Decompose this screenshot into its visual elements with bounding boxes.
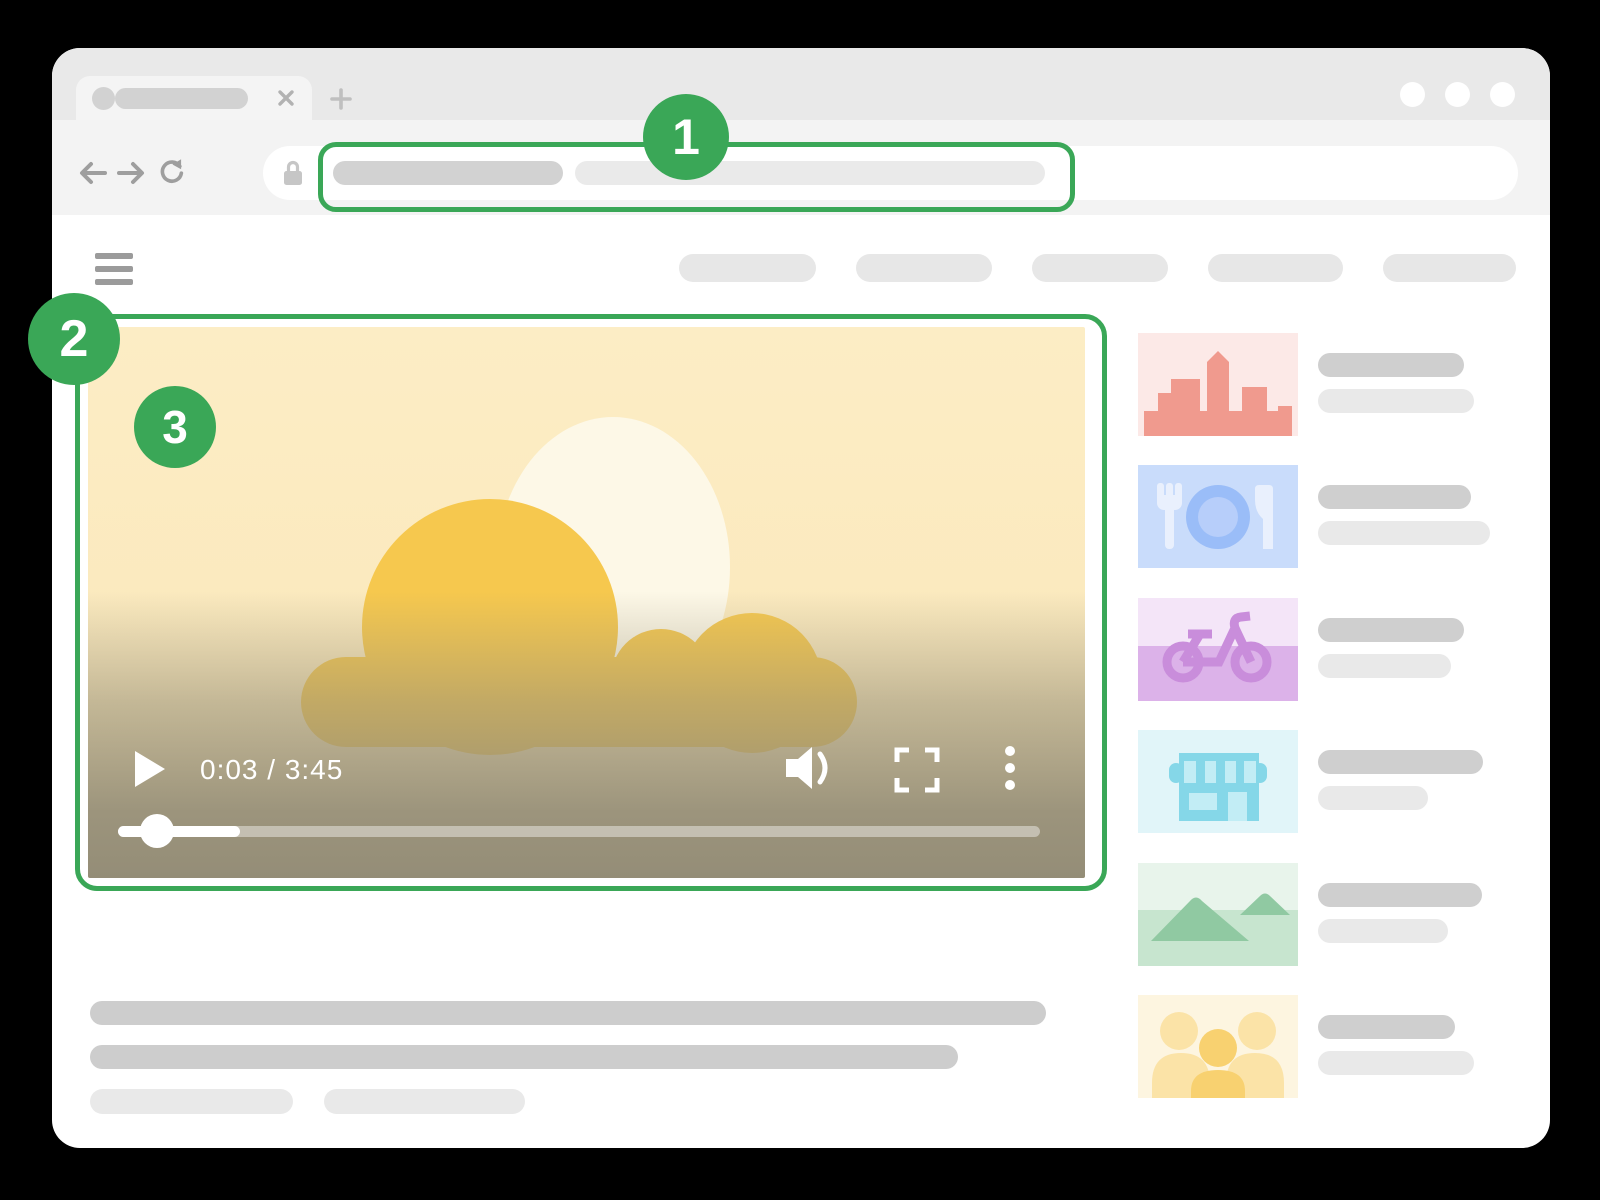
nav-pill[interactable] xyxy=(1208,254,1343,282)
reload-icon[interactable] xyxy=(157,158,187,184)
forward-arrow-icon[interactable] xyxy=(116,160,146,186)
nav-pill[interactable] xyxy=(679,254,816,282)
people-icon xyxy=(1138,995,1298,1098)
item-subtitle-placeholder xyxy=(1318,389,1474,413)
tab-close-icon[interactable] xyxy=(277,89,295,107)
sidebar-item[interactable] xyxy=(1138,333,1542,436)
item-title-placeholder xyxy=(1318,750,1483,774)
storefront-icon xyxy=(1138,730,1298,833)
item-subtitle-placeholder xyxy=(1318,521,1490,545)
description-line-placeholder xyxy=(90,1001,1046,1025)
annotation-badge-2: 2 xyxy=(28,293,120,385)
lock-icon[interactable] xyxy=(281,159,305,187)
restaurant-icon xyxy=(1138,465,1298,568)
back-arrow-icon[interactable] xyxy=(78,160,108,186)
window-control-dot[interactable] xyxy=(1400,82,1425,107)
sidebar-item[interactable] xyxy=(1138,995,1542,1098)
city-skyline-icon xyxy=(1138,333,1298,436)
menu-icon[interactable] xyxy=(95,253,133,285)
item-title-placeholder xyxy=(1318,485,1471,509)
description-line-placeholder xyxy=(90,1045,958,1069)
favicon-placeholder xyxy=(92,87,115,110)
item-title-placeholder xyxy=(1318,1015,1455,1039)
window-control-dot[interactable] xyxy=(1445,82,1470,107)
annotation-badge-1: 1 xyxy=(643,94,729,180)
stage: 0:03 / 3:45 xyxy=(0,0,1600,1200)
annotation-badge-3: 3 xyxy=(134,386,216,468)
tag-chip-placeholder xyxy=(324,1089,525,1114)
window-control-dot[interactable] xyxy=(1490,82,1515,107)
item-subtitle-placeholder xyxy=(1318,654,1451,678)
mountains-icon xyxy=(1138,863,1298,966)
sidebar-item[interactable] xyxy=(1138,598,1542,701)
item-title-placeholder xyxy=(1318,353,1464,377)
nav-pill[interactable] xyxy=(856,254,992,282)
annotation-box-video xyxy=(75,314,1107,891)
item-subtitle-placeholder xyxy=(1318,1051,1474,1075)
tab-strip xyxy=(52,48,1550,120)
sidebar-item[interactable] xyxy=(1138,730,1542,833)
nav-pill[interactable] xyxy=(1383,254,1516,282)
bicycle-icon xyxy=(1138,598,1298,701)
browser-tab[interactable] xyxy=(76,76,312,120)
sidebar-item[interactable] xyxy=(1138,465,1542,568)
nav-pill[interactable] xyxy=(1032,254,1168,282)
tab-title-placeholder xyxy=(115,88,248,109)
new-tab-icon[interactable] xyxy=(330,88,352,110)
item-subtitle-placeholder xyxy=(1318,919,1448,943)
window-controls[interactable] xyxy=(1400,82,1520,107)
item-subtitle-placeholder xyxy=(1318,786,1428,810)
tag-chip-placeholder xyxy=(90,1089,293,1114)
item-title-placeholder xyxy=(1318,883,1482,907)
item-title-placeholder xyxy=(1318,618,1464,642)
sidebar-item[interactable] xyxy=(1138,863,1542,966)
nav-pills xyxy=(679,254,1516,282)
